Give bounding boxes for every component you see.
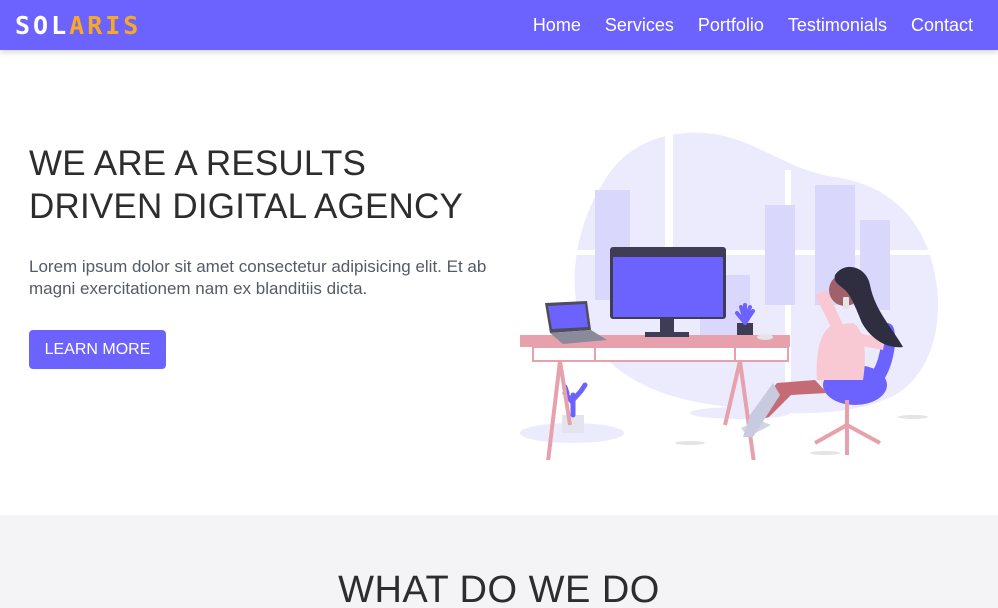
logo[interactable]: SOLARIS xyxy=(15,11,141,40)
nav-links: Home Services Portfolio Testimonials Con… xyxy=(533,15,973,36)
nav-link-services[interactable]: Services xyxy=(605,15,674,36)
navbar: SOLARIS Home Services Portfolio Testimon… xyxy=(0,0,998,50)
woman-at-desk-illustration xyxy=(520,130,945,460)
services-section: WHAT DO WE DO xyxy=(0,515,998,608)
nav-link-testimonials[interactable]: Testimonials xyxy=(788,15,887,36)
services-title: WHAT DO WE DO xyxy=(338,569,660,608)
logo-text-primary: SOL xyxy=(15,10,70,40)
logo-text-secondary: ARIS xyxy=(69,10,142,40)
learn-more-button[interactable]: LEARN MORE xyxy=(29,330,166,369)
hero-description: Lorem ipsum dolor sit amet consectetur a… xyxy=(29,257,487,298)
nav-link-portfolio[interactable]: Portfolio xyxy=(698,15,764,36)
hero-title: WE ARE A RESULTS DRIVEN DIGITAL AGENCY xyxy=(29,144,464,226)
nav-link-home[interactable]: Home xyxy=(533,15,581,36)
hero-section: WE ARE A RESULTS DRIVEN DIGITAL AGENCY L… xyxy=(0,50,998,515)
nav-link-contact[interactable]: Contact xyxy=(911,15,973,36)
